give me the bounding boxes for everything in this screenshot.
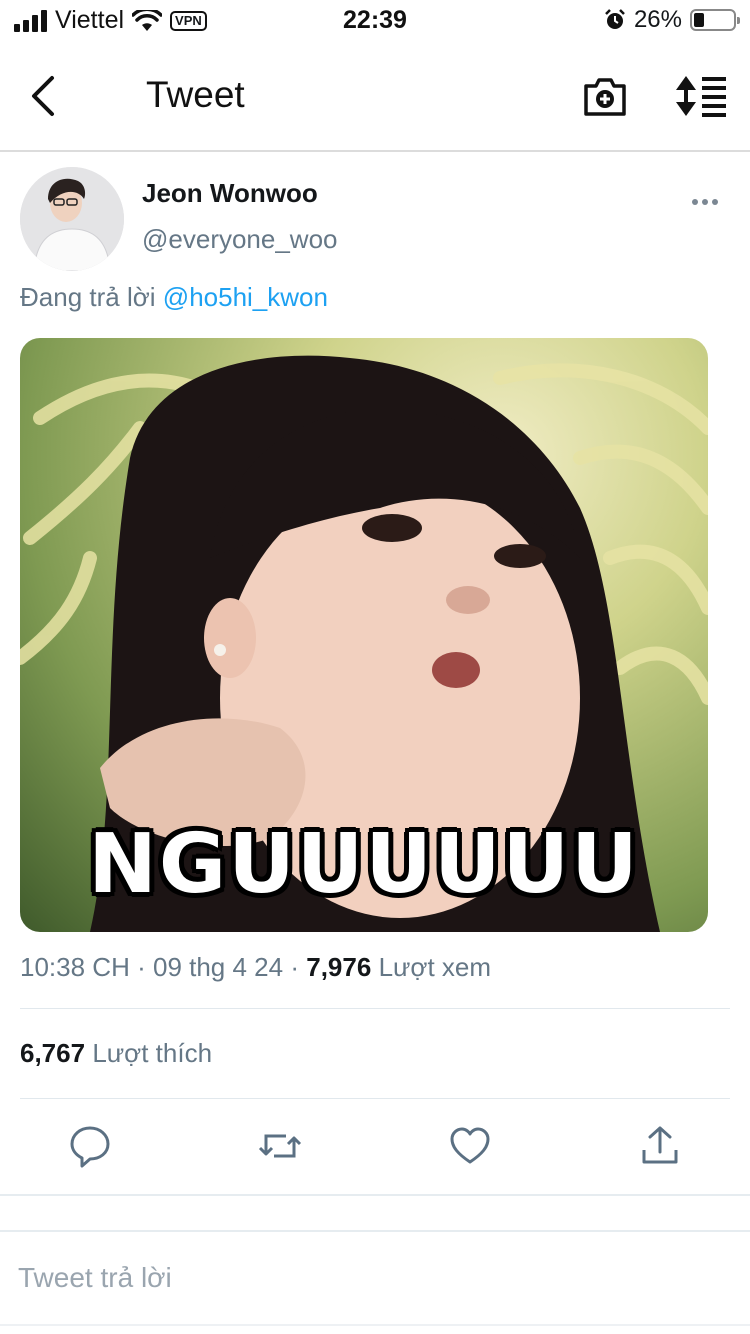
alarm-icon xyxy=(605,9,625,29)
section-divider xyxy=(0,1194,750,1196)
replying-to-handle-link[interactable]: @ho5hi_kwon xyxy=(163,282,328,312)
divider xyxy=(20,1098,730,1099)
reply-icon[interactable] xyxy=(68,1124,112,1168)
status-bar: Viettel VPN 22:39 26% xyxy=(0,0,750,40)
replying-to-line: Đang trả lời @ho5hi_kwon xyxy=(20,282,328,313)
composer-bottom-divider xyxy=(0,1324,750,1326)
nav-bar: Tweet xyxy=(0,40,750,152)
battery-percent: 26% xyxy=(633,6,682,33)
likes-count: 6,767 xyxy=(20,1038,86,1068)
tweet-media-image[interactable]: NGUUUUUU xyxy=(20,338,708,932)
separator-dot: · xyxy=(290,952,300,982)
views-count: 7,976 xyxy=(306,952,372,982)
separator-dot: · xyxy=(137,952,146,982)
display-name[interactable]: Jeon Wonwoo xyxy=(142,178,318,209)
retweet-icon[interactable] xyxy=(258,1124,302,1168)
back-chevron-icon[interactable] xyxy=(22,74,62,118)
sort-icon[interactable] xyxy=(674,74,728,118)
likes-line[interactable]: 6,767 Lượt thích xyxy=(20,1038,212,1069)
tweet-timestamp-line: 10:38 CH · 09 thg 4 24 · 7,976 Lượt xem xyxy=(20,952,491,983)
share-icon[interactable] xyxy=(638,1124,682,1168)
tweet-time: 10:38 CH xyxy=(20,952,130,982)
more-options-icon[interactable] xyxy=(692,190,724,214)
user-handle[interactable]: @everyone_woo xyxy=(142,224,338,255)
replying-prefix: Đang trả lời xyxy=(20,282,156,312)
avatar-image xyxy=(20,167,124,271)
divider xyxy=(20,1008,730,1009)
battery-fill xyxy=(694,13,704,27)
like-icon[interactable] xyxy=(448,1124,492,1168)
views-label: Lượt xem xyxy=(378,952,492,982)
composer-divider xyxy=(0,1230,750,1232)
media-caption: NGUUUUUU xyxy=(88,817,640,912)
tweet-date: 09 thg 4 24 xyxy=(152,952,284,982)
likes-label: Lượt thích xyxy=(92,1038,213,1068)
camera-icon[interactable] xyxy=(582,74,628,118)
page-title: Tweet xyxy=(146,74,245,115)
battery-icon xyxy=(690,9,740,31)
reply-tweet-input[interactable] xyxy=(18,1258,734,1298)
status-right: 26% xyxy=(604,6,740,34)
avatar[interactable] xyxy=(20,167,124,271)
